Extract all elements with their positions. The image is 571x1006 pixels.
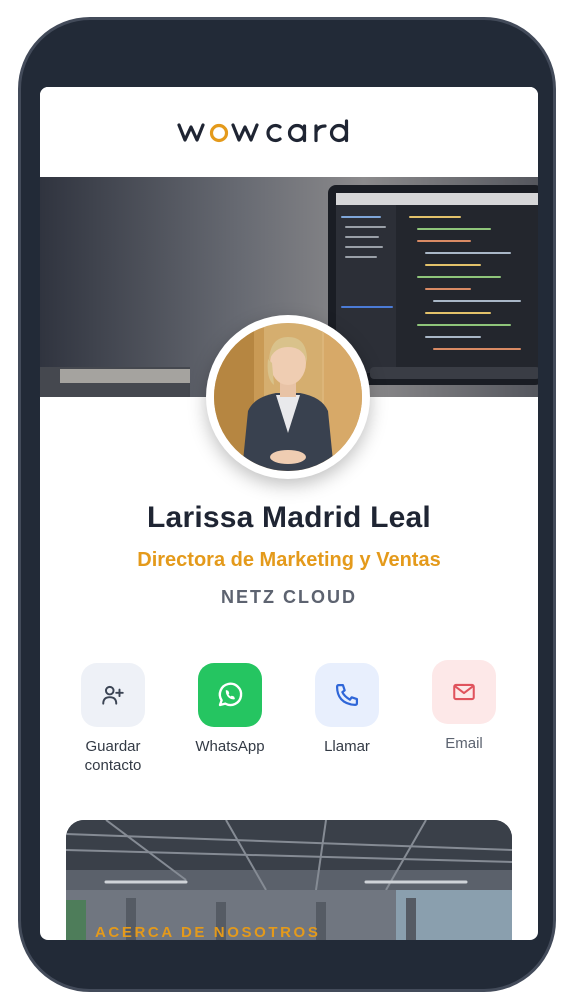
add-user-icon <box>102 685 124 705</box>
profile-photo-frame <box>206 315 370 479</box>
contact-name: Larissa Madrid Leal <box>147 501 431 534</box>
whatsapp-action[interactable]: WhatsApp <box>180 663 280 756</box>
profile-photo <box>214 323 362 471</box>
about-title: ACERCA DE NOSOTROS <box>95 924 321 940</box>
email-label: Email <box>445 735 483 752</box>
save-contact-button[interactable] <box>81 663 145 727</box>
whatsapp-label: WhatsApp <box>195 738 265 755</box>
email-action[interactable]: Email <box>414 660 514 753</box>
phone-icon <box>335 683 359 707</box>
card-screen: Larissa Madrid Leal Directora de Marketi… <box>40 87 538 940</box>
whatsapp-button[interactable] <box>198 663 262 727</box>
mail-icon <box>453 683 475 701</box>
call-button[interactable] <box>315 663 379 727</box>
whatsapp-icon <box>218 682 243 707</box>
about-section[interactable]: ACERCA DE NOSOTROS <box>66 820 512 940</box>
company-name: NETZ CLOUD <box>221 587 357 607</box>
save-contact-action[interactable]: Guardar contacto <box>63 663 163 775</box>
call-action[interactable]: Llamar <box>297 663 397 756</box>
call-label: Llamar <box>324 738 370 755</box>
email-button[interactable] <box>432 660 496 724</box>
contact-role: Directora de Marketing y Ventas <box>137 549 441 571</box>
wowcard-logo <box>177 119 349 143</box>
office-image <box>66 820 512 940</box>
save-contact-label: Guardar contacto <box>84 738 142 774</box>
header <box>40 87 538 177</box>
